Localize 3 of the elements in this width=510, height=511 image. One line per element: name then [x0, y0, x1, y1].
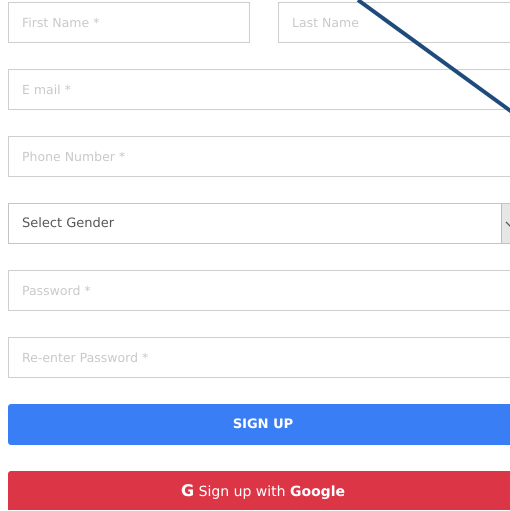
sign-up-button[interactable]: SIGN UP [8, 404, 510, 445]
gender-select[interactable]: Select Gender [8, 203, 510, 244]
google-sign-up-button[interactable]: G Sign up with Google [8, 471, 510, 510]
